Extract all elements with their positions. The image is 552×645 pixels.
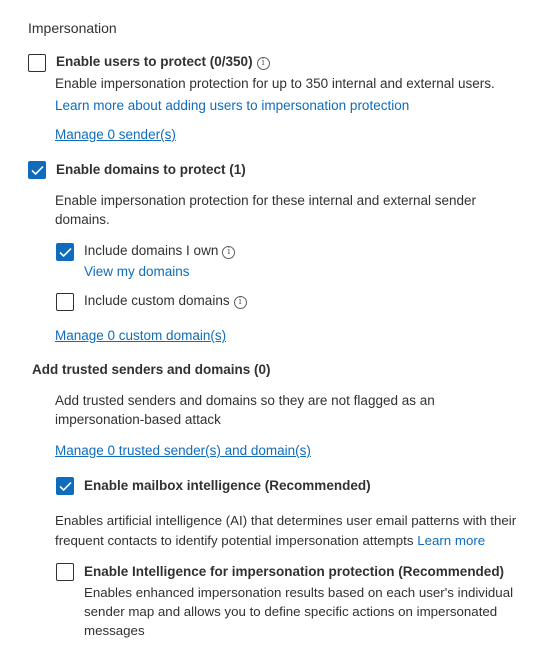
users-description: Enable impersonation protection for up t…	[55, 76, 495, 91]
mailbox-intelligence-description-block: Enables artificial intelligence (AI) tha…	[55, 511, 547, 551]
include-own-domains-checkbox[interactable]	[56, 243, 74, 261]
checkmark-icon	[59, 481, 72, 492]
intelligence-protection-checkbox[interactable]	[56, 563, 74, 581]
learn-more-users-link[interactable]: Learn more about adding users to imperso…	[55, 98, 409, 113]
section-title-impersonation: Impersonation	[28, 20, 117, 36]
users-checkbox[interactable]	[28, 54, 46, 72]
domains-description: Enable impersonation protection for thes…	[55, 193, 477, 227]
info-icon[interactable]: i	[222, 246, 236, 259]
include-own-domains-row[interactable]: Include domains I own i	[84, 243, 236, 259]
mailbox-intelligence-label[interactable]: Enable mailbox intelligence (Recommended…	[84, 478, 371, 493]
view-my-domains-link[interactable]: View my domains	[84, 264, 190, 279]
checkmark-icon	[59, 247, 72, 258]
domains-checkbox-label[interactable]: Enable domains to protect (1)	[56, 162, 246, 177]
manage-custom-domains-link[interactable]: Manage 0 custom domain(s)	[55, 328, 226, 343]
manage-trusted-link[interactable]: Manage 0 trusted sender(s) and domain(s)	[55, 443, 311, 458]
intelligence-protection-label[interactable]: Enable Intelligence for impersonation pr…	[84, 564, 504, 579]
cut-off-page-heading	[28, 0, 248, 2]
mailbox-intelligence-checkbox[interactable]	[56, 477, 74, 495]
include-custom-domains-row[interactable]: Include custom domains i	[84, 293, 247, 309]
domains-checkbox[interactable]	[28, 161, 46, 179]
include-custom-domains-checkbox[interactable]	[56, 293, 74, 311]
trusted-description: Add trusted senders and domains so they …	[55, 393, 435, 427]
learn-more-link[interactable]: Learn more	[417, 533, 485, 548]
trusted-senders-heading: Add trusted senders and domains (0)	[32, 362, 271, 377]
users-checkbox-label-row[interactable]: Enable users to protect (0/350) i	[56, 54, 270, 70]
users-checkbox-label: Enable users to protect (0/350)	[56, 54, 253, 69]
include-own-domains-label: Include domains I own	[84, 243, 219, 258]
info-icon[interactable]: i	[256, 57, 270, 70]
info-icon[interactable]: i	[233, 296, 247, 309]
intelligence-protection-description: Enables enhanced impersonation results b…	[84, 585, 514, 638]
manage-senders-link[interactable]: Manage 0 sender(s)	[55, 127, 176, 142]
checkmark-icon	[31, 165, 44, 176]
include-custom-domains-label: Include custom domains	[84, 293, 230, 308]
